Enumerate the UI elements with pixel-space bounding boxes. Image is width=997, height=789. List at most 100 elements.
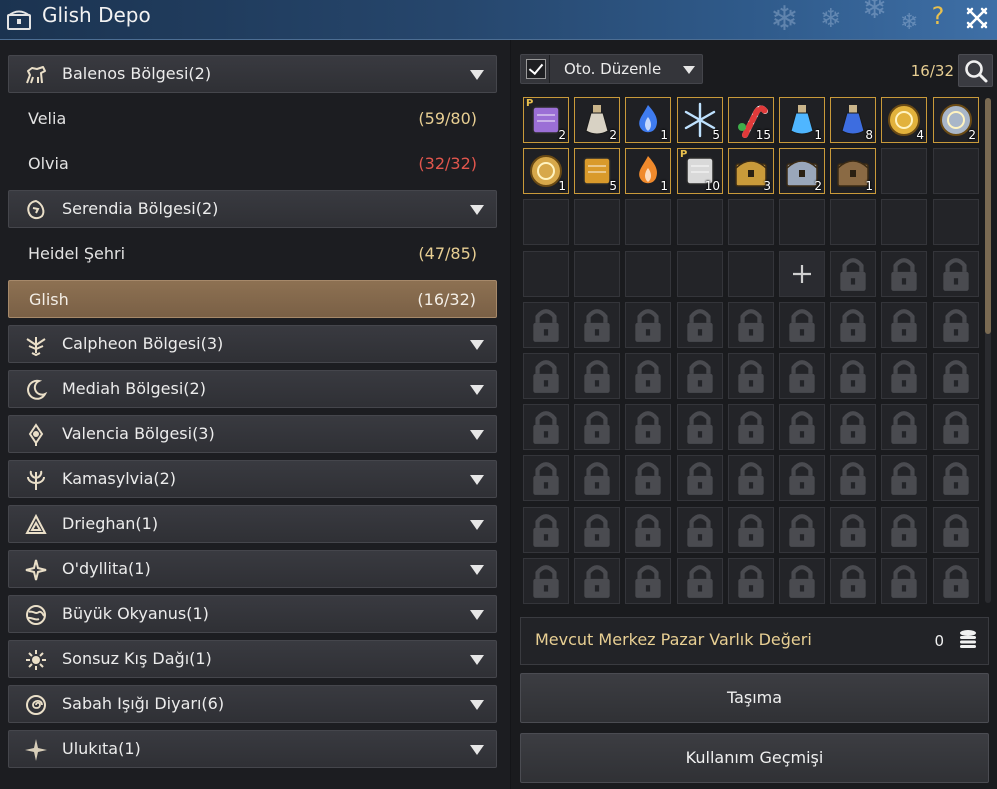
locked-slot [933, 558, 979, 604]
locked-slot [728, 558, 774, 604]
lock-icon [533, 360, 559, 393]
transport-button[interactable]: Taşıma [520, 673, 989, 723]
triangle-knot-icon [25, 513, 47, 534]
locked-slot [625, 353, 671, 399]
item-quantity: 2 [558, 128, 566, 142]
region-header[interactable]: Kamasylvia(2) [8, 460, 497, 498]
gold-chest-item-slot[interactable]: 3 [728, 148, 774, 194]
purple-scroll-item-slot[interactable]: P2 [523, 97, 569, 143]
help-button[interactable]: ? [926, 2, 950, 34]
lock-icon [738, 309, 764, 342]
auto-sort-dropdown[interactable]: Oto. Düzenle [520, 54, 703, 84]
locked-slot [779, 507, 825, 553]
region-header[interactable]: Sonsuz Kış Dağı(1) [8, 640, 497, 678]
town-item[interactable]: Heidel Şehri (47/85) [8, 235, 497, 273]
locked-slot [881, 558, 927, 604]
item-quantity: 8 [865, 128, 873, 142]
town-item[interactable]: Glish (16/32) [8, 280, 497, 318]
region-header[interactable]: Sabah Işığı Diyarı(6) [8, 685, 497, 723]
locked-slot [574, 302, 620, 348]
gold-ring-disc-item-slot[interactable]: 1 [523, 148, 569, 194]
region-header[interactable]: Calpheon Bölgesi(3) [8, 325, 497, 363]
empty-slot[interactable] [728, 251, 774, 297]
chevron-down-icon [470, 520, 484, 530]
silver-chest-item-slot[interactable]: 2 [779, 148, 825, 194]
item-quantity: 1 [660, 179, 668, 193]
locked-slot [677, 507, 723, 553]
globe-icon [26, 605, 46, 625]
locked-slot [625, 404, 671, 450]
search-icon [965, 60, 988, 83]
region-label: Kamasylvia(2) [62, 469, 177, 488]
town-storage-count: (16/32) [417, 290, 476, 309]
region-header[interactable]: Serendia Bölgesi(2) [8, 190, 497, 228]
empty-slot[interactable] [523, 199, 569, 245]
lock-icon [687, 309, 713, 342]
empty-slot[interactable] [523, 251, 569, 297]
market-value-amount: 0 [934, 632, 944, 650]
elixir-bottle-item-slot[interactable]: 8 [830, 97, 876, 143]
empty-slot[interactable] [881, 148, 927, 194]
empty-slot[interactable] [933, 148, 979, 194]
empty-slot[interactable] [574, 199, 620, 245]
region-header[interactable]: Drieghan(1) [8, 505, 497, 543]
locked-slot [523, 353, 569, 399]
close-snowflake-icon[interactable] [962, 3, 992, 33]
gold-map-item-slot[interactable]: 5 [574, 148, 620, 194]
empty-slot[interactable] [830, 199, 876, 245]
item-quantity: 1 [814, 128, 822, 142]
region-header[interactable]: Balenos Bölgesi(2) [8, 55, 497, 93]
chevron-down-icon [470, 205, 484, 215]
blue-flame-item-slot[interactable]: 1 [625, 97, 671, 143]
region-header[interactable]: O'dyllita(1) [8, 550, 497, 588]
gold-coin-item-slot[interactable]: 4 [881, 97, 927, 143]
empty-slot[interactable] [625, 251, 671, 297]
lock-icon [635, 411, 661, 444]
lock-icon [533, 462, 559, 495]
item-quantity: 4 [916, 128, 924, 142]
item-quantity: 5 [609, 179, 617, 193]
expand-slot-button[interactable] [779, 251, 825, 297]
town-name: Olvia [28, 154, 69, 173]
search-button[interactable] [958, 54, 993, 87]
region-header[interactable]: Büyük Okyanus(1) [8, 595, 497, 633]
silver-crystal-disc-item-slot[interactable]: 2 [933, 97, 979, 143]
locked-slot [574, 507, 620, 553]
candy-cane-item-slot[interactable]: 15 [728, 97, 774, 143]
region-label: Büyük Okyanus(1) [62, 604, 209, 623]
blue-potion-item-slot[interactable]: 1 [779, 97, 825, 143]
empty-slot[interactable] [779, 199, 825, 245]
chevron-down-icon [470, 340, 484, 350]
lock-icon [943, 411, 969, 444]
auto-sort-label: Oto. Düzenle [564, 60, 662, 78]
empty-slot[interactable] [574, 251, 620, 297]
locked-slot [574, 353, 620, 399]
region-header[interactable]: Ulukıta(1) [8, 730, 497, 768]
empty-slot[interactable] [933, 199, 979, 245]
scrollbar-thumb[interactable] [985, 98, 991, 334]
empty-slot[interactable] [677, 251, 723, 297]
region-header[interactable]: Mediah Bölgesi(2) [8, 370, 497, 408]
town-item[interactable]: Velia (59/80) [8, 100, 497, 138]
white-vase-item-slot[interactable]: 2 [574, 97, 620, 143]
locked-slot [933, 404, 979, 450]
empty-slot[interactable] [625, 199, 671, 245]
item-quantity: 5 [712, 128, 720, 142]
item-quantity: 1 [660, 128, 668, 142]
region-label: Mediah Bölgesi(2) [62, 379, 206, 398]
locked-slot [881, 302, 927, 348]
empty-slot[interactable] [677, 199, 723, 245]
sun-diamond-icon [28, 423, 44, 446]
snowflake-item-slot[interactable]: 5 [677, 97, 723, 143]
town-item[interactable]: Olvia (32/32) [8, 145, 497, 183]
wood-chest-item-slot[interactable]: 1 [830, 148, 876, 194]
auto-sort-checkbox[interactable] [526, 59, 546, 79]
empty-slot[interactable] [728, 199, 774, 245]
usage-history-button[interactable]: Kullanım Geçmişi [520, 733, 989, 783]
locked-slot [677, 302, 723, 348]
region-header[interactable]: Valencia Bölgesi(3) [8, 415, 497, 453]
empty-slot[interactable] [881, 199, 927, 245]
locked-slot [779, 404, 825, 450]
fire-flame-item-slot[interactable]: 1 [625, 148, 671, 194]
white-scroll-item-slot[interactable]: P 10 [677, 148, 723, 194]
